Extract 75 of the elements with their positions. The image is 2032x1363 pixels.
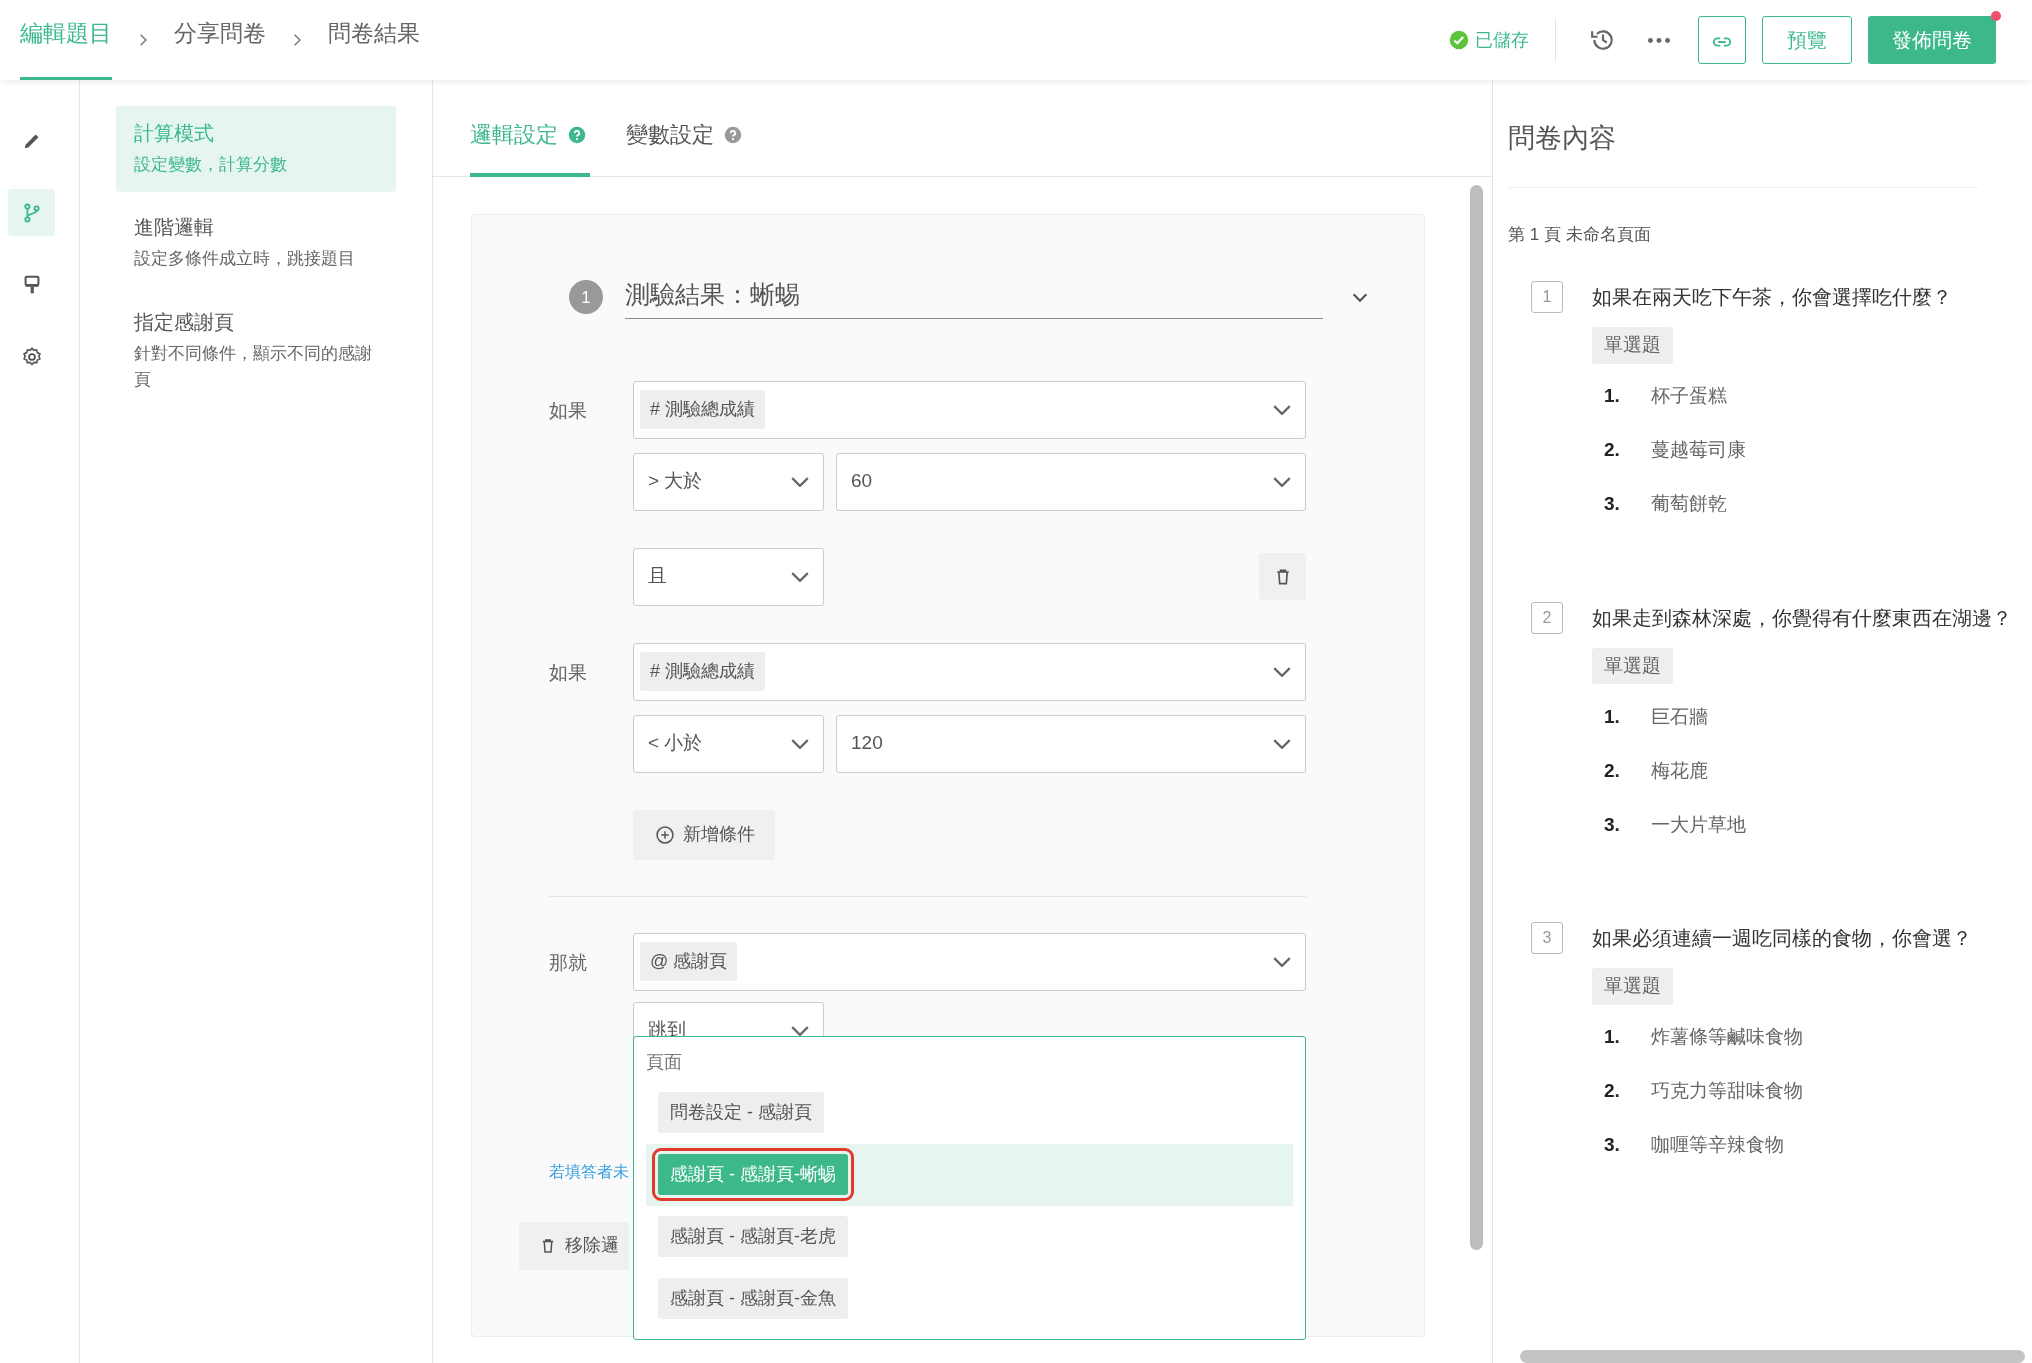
help-icon bbox=[724, 125, 742, 144]
check-circle-icon bbox=[1449, 30, 1469, 50]
question-type-tag: 單選題 bbox=[1592, 647, 1673, 684]
scrollbar[interactable] bbox=[1520, 1350, 2025, 1363]
dropdown-option[interactable]: 感謝頁 - 感謝頁-老虎 bbox=[658, 1216, 848, 1257]
option-number: 1. bbox=[1604, 1025, 1621, 1050]
option-number: 2. bbox=[1604, 1079, 1621, 1104]
condition-label: 如果 bbox=[549, 660, 588, 685]
target-select[interactable]: @ 感謝頁 bbox=[633, 932, 1306, 991]
add-condition-button[interactable]: 新增條件 bbox=[633, 809, 775, 860]
caret-icon bbox=[1273, 956, 1291, 967]
number-badge: 1 bbox=[569, 280, 603, 315]
question-type-tag: 單選題 bbox=[1592, 968, 1673, 1005]
caret-icon bbox=[1273, 738, 1291, 749]
operator-select[interactable]: > 大於 bbox=[633, 452, 824, 511]
question-type-tag: 單選題 bbox=[1592, 327, 1673, 364]
variable-select[interactable]: # 測驗總成績 bbox=[633, 642, 1306, 701]
dropdown-option[interactable]: 問卷設定 - 感謝頁 bbox=[658, 1092, 824, 1133]
caret-icon bbox=[1273, 404, 1291, 415]
option-label: 巨石牆 bbox=[1651, 704, 1708, 729]
caret-icon bbox=[791, 571, 809, 582]
option-label: 巧克力等甜味食物 bbox=[1651, 1079, 1803, 1104]
option-number: 3. bbox=[1604, 1133, 1621, 1158]
breadcrumb-link[interactable]: 問卷結果 bbox=[328, 0, 420, 80]
question-number: 1 bbox=[1531, 281, 1563, 313]
panel-title: 問卷內容 bbox=[1508, 122, 1617, 155]
value-select[interactable]: 60 bbox=[836, 452, 1306, 511]
caret-icon bbox=[1273, 476, 1291, 487]
connector-select[interactable]: 且 bbox=[633, 547, 824, 606]
variable-tag: # 測驗總成績 bbox=[640, 390, 765, 429]
option-label: 咖喱等辛辣食物 bbox=[1651, 1133, 1784, 1158]
more-icon bbox=[1648, 38, 1670, 44]
option-label: 蔓越莓司康 bbox=[1651, 438, 1746, 463]
option-label: 炸薯條等鹹味食物 bbox=[1651, 1025, 1803, 1050]
delete-button[interactable] bbox=[1259, 553, 1306, 600]
option-number: 2. bbox=[1604, 758, 1621, 783]
scrollbar[interactable] bbox=[1470, 185, 1483, 1250]
option-label: 梅花鹿 bbox=[1651, 758, 1708, 783]
option-number: 1. bbox=[1604, 384, 1621, 409]
gear-icon bbox=[20, 345, 43, 368]
history-icon bbox=[1590, 27, 1616, 53]
variable-tag: @ 感謝頁 bbox=[640, 942, 738, 981]
question-text: 如果在兩天吃下午茶，你會選擇吃什麼？ bbox=[1592, 285, 1952, 310]
variable-tag: # 測驗總成績 bbox=[640, 652, 765, 691]
question-text: 如果走到森林深處，你覺得有什麼東西在湖邊？ bbox=[1592, 605, 2012, 631]
mode-item[interactable]: 指定感謝頁 針對不同條件，顯示不同的感謝頁 bbox=[116, 294, 396, 408]
option-label: 一大片草地 bbox=[1651, 812, 1746, 837]
caret-icon bbox=[1273, 666, 1291, 677]
save-status: 已儲存 bbox=[1475, 28, 1529, 52]
option-label: 杯子蛋糕 bbox=[1651, 384, 1727, 409]
caret-icon bbox=[791, 476, 809, 487]
caret-icon bbox=[791, 738, 809, 749]
question-number: 3 bbox=[1531, 922, 1563, 954]
option-number: 3. bbox=[1604, 812, 1621, 837]
option-number: 3. bbox=[1604, 492, 1621, 517]
dropdown-option[interactable]: 感謝頁 - 感謝頁-金魚 bbox=[658, 1278, 848, 1319]
condition-label: 如果 bbox=[549, 398, 588, 423]
tab[interactable]: 變數設定 bbox=[626, 80, 746, 177]
option-number: 1. bbox=[1604, 704, 1621, 729]
page-label: 第 1 頁 未命名頁面 bbox=[1508, 223, 1652, 246]
question-number: 2 bbox=[1531, 601, 1563, 634]
plus-circle-icon bbox=[655, 824, 675, 845]
operator-select[interactable]: < 小於 bbox=[633, 714, 824, 773]
caret-icon bbox=[791, 1025, 809, 1036]
question-text: 如果必須連續一週吃同樣的食物，你會選？ bbox=[1592, 926, 1972, 951]
mode-item[interactable]: 進階邏輯 設定多條件成立時，跳接題目 bbox=[116, 200, 396, 287]
rule-title-field[interactable]: 測驗結果：蜥蜴 bbox=[625, 276, 1323, 319]
variable-select[interactable]: # 測驗總成績 bbox=[633, 380, 1306, 439]
option-number: 2. bbox=[1604, 438, 1621, 463]
value-select[interactable]: 120 bbox=[836, 714, 1306, 773]
remove-logic-button[interactable]: 移除邏 bbox=[519, 1221, 629, 1270]
condition-label: 那就 bbox=[549, 950, 588, 975]
help-icon bbox=[568, 125, 586, 144]
option-label: 葡萄餅乾 bbox=[1651, 492, 1727, 517]
breadcrumb-link[interactable]: 分享問卷 bbox=[174, 0, 266, 80]
